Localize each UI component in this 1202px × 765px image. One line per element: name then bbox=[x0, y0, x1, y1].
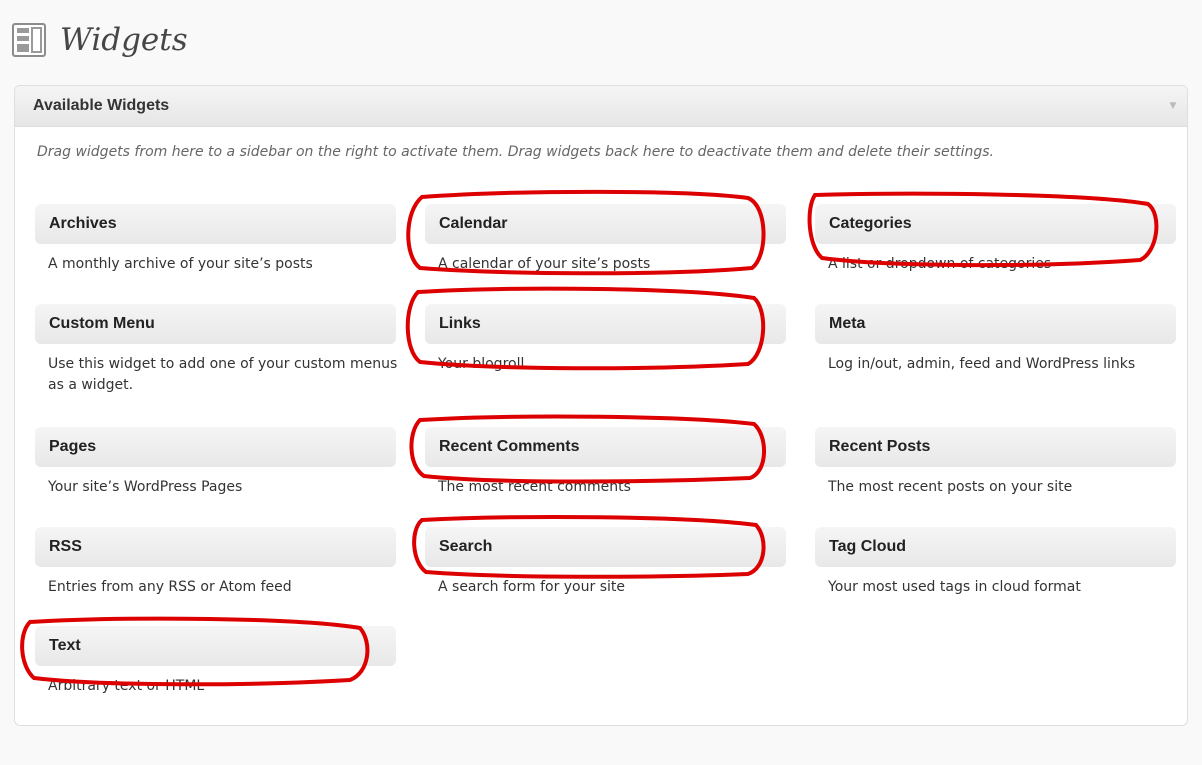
widget-pages[interactable]: Pages bbox=[35, 427, 396, 467]
widget-title: Links bbox=[439, 315, 481, 332]
widget-title: Pages bbox=[49, 438, 97, 455]
widget-description: Your blogroll bbox=[438, 356, 525, 372]
widget-rss[interactable]: RSS bbox=[35, 527, 396, 567]
widget-title: Meta bbox=[829, 315, 866, 332]
page-header: Widgets bbox=[12, 18, 188, 62]
widget-title: Text bbox=[49, 637, 81, 654]
widget-description: A calendar of your site’s posts bbox=[438, 256, 651, 272]
widget-search[interactable]: Search bbox=[425, 527, 786, 567]
widget-description: Arbitrary text or HTML bbox=[48, 678, 205, 694]
widget-description: Log in/out, admin, feed and WordPress li… bbox=[828, 356, 1136, 372]
widget-title: Custom Menu bbox=[49, 315, 155, 332]
widget-title: Search bbox=[439, 538, 493, 555]
widget-title: Tag Cloud bbox=[829, 538, 907, 555]
widget-categories[interactable]: Categories bbox=[815, 204, 1176, 244]
widget-description: Entries from any RSS or Atom feed bbox=[48, 579, 292, 595]
widget-description: Use this widget to add one of your custo… bbox=[48, 356, 398, 393]
widget-description: The most recent posts on your site bbox=[828, 479, 1073, 495]
widget-description: A monthly archive of your site’s posts bbox=[48, 256, 313, 272]
panel-header[interactable]: Available Widgets ▼ bbox=[15, 86, 1187, 127]
widget-title: RSS bbox=[49, 538, 82, 555]
widget-custom-menu[interactable]: Custom Menu bbox=[35, 304, 396, 344]
widget-title: Calendar bbox=[439, 215, 508, 232]
widget-recent-posts[interactable]: Recent Posts bbox=[815, 427, 1176, 467]
collapse-toggle-icon[interactable]: ▼ bbox=[1159, 86, 1187, 126]
widget-title: Categories bbox=[829, 215, 912, 232]
widget-links[interactable]: Links bbox=[425, 304, 786, 344]
widget-description: A search form for your site bbox=[438, 579, 625, 595]
widget-description: Your site’s WordPress Pages bbox=[48, 479, 243, 495]
widget-title: Recent Comments bbox=[439, 438, 580, 455]
panel-description: Drag widgets from here to a sidebar on t… bbox=[37, 144, 994, 160]
widget-title: Archives bbox=[49, 215, 117, 232]
widget-archives[interactable]: Archives bbox=[35, 204, 396, 244]
available-widgets-panel: Available Widgets ▼ Drag widgets from he… bbox=[14, 85, 1188, 726]
widget-title: Recent Posts bbox=[829, 438, 931, 455]
widget-tag-cloud[interactable]: Tag Cloud bbox=[815, 527, 1176, 567]
panel-title: Available Widgets bbox=[33, 97, 170, 114]
widget-description: The most recent comments bbox=[438, 479, 631, 495]
widget-calendar[interactable]: Calendar bbox=[425, 204, 786, 244]
widget-description: Your most used tags in cloud format bbox=[828, 579, 1081, 595]
widget-text[interactable]: Text bbox=[35, 626, 396, 666]
widgets-icon bbox=[12, 23, 46, 57]
widget-description: A list or dropdown of categories bbox=[828, 256, 1052, 272]
widget-meta[interactable]: Meta bbox=[815, 304, 1176, 344]
widget-recent-comments[interactable]: Recent Comments bbox=[425, 427, 786, 467]
page-title: Widgets bbox=[60, 21, 188, 58]
